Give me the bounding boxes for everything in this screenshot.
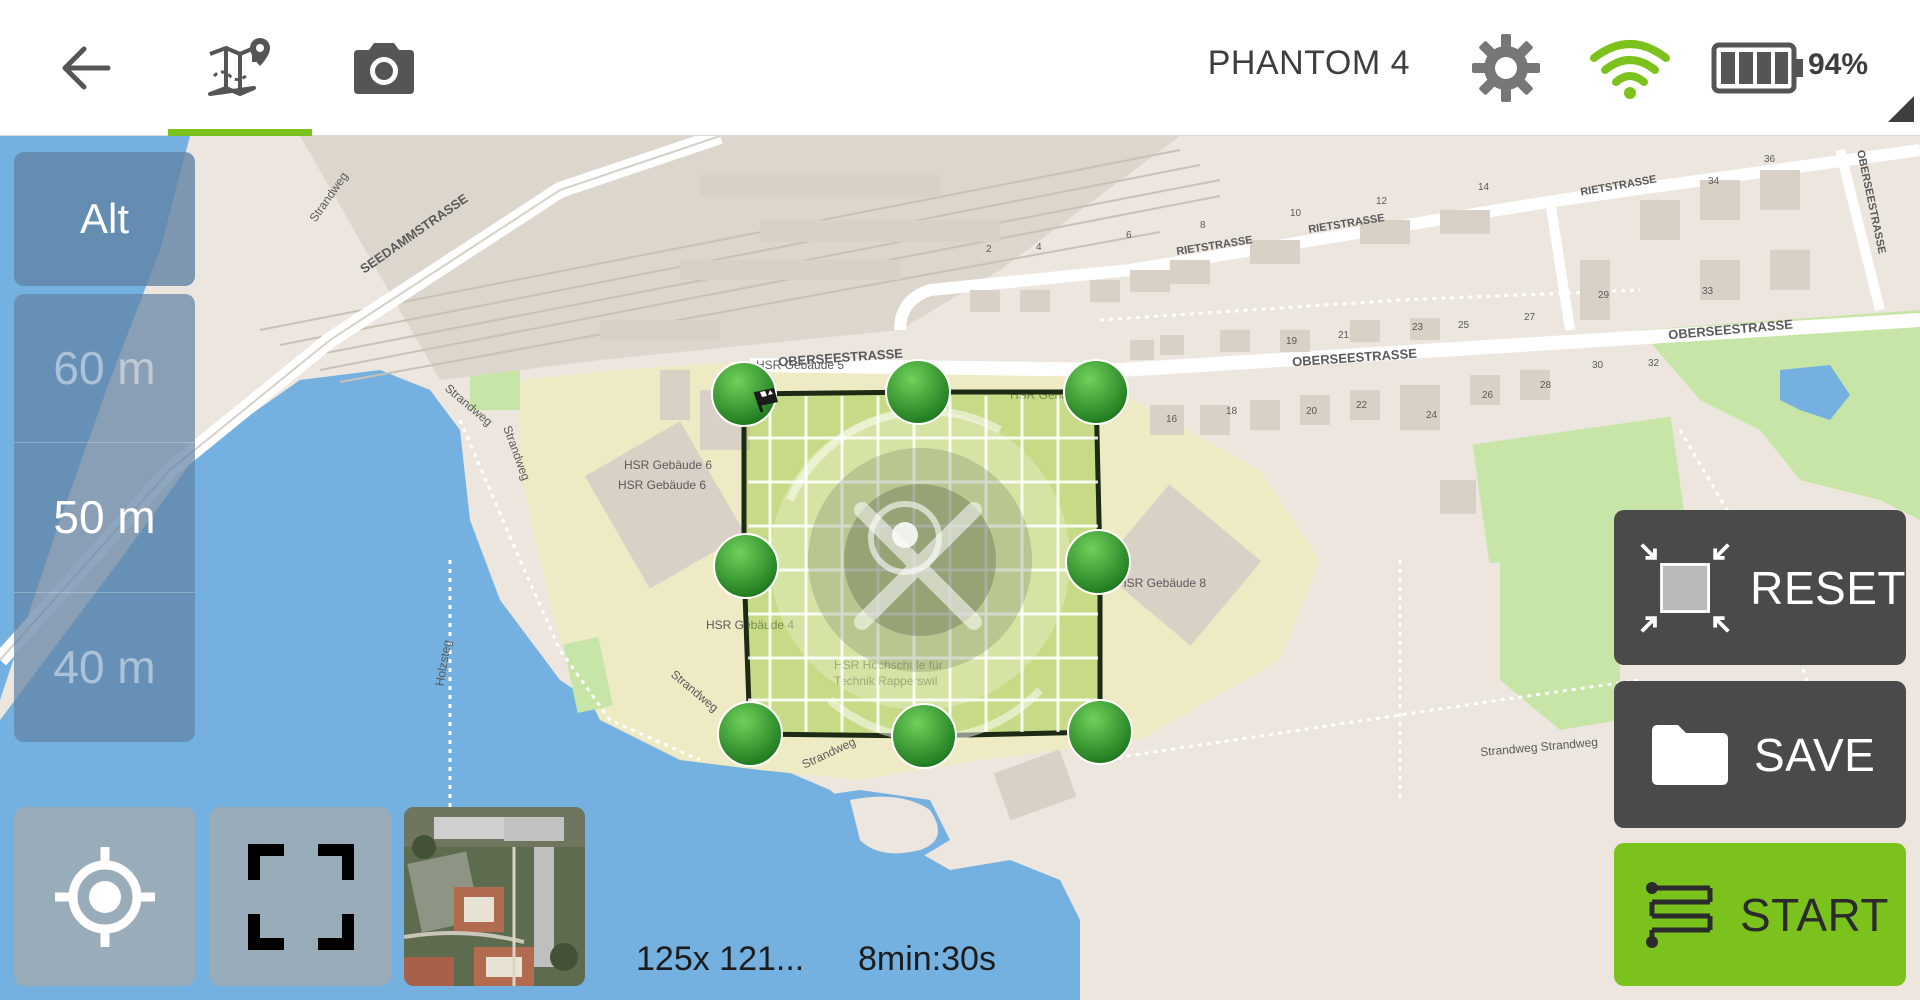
flight-path-icon xyxy=(1646,881,1713,948)
crosshair-icon xyxy=(54,846,155,947)
gear-icon xyxy=(1472,34,1540,102)
handle-top-right xyxy=(1063,359,1129,425)
folder-icon xyxy=(1652,724,1728,785)
active-tab-indicator xyxy=(168,129,312,136)
altitude-option-selected[interactable]: 50 m xyxy=(14,443,195,593)
battery-icon xyxy=(1711,42,1803,94)
satellite-image xyxy=(404,807,585,986)
battery-percent: 94% xyxy=(1808,48,1869,81)
tab-map[interactable] xyxy=(190,22,290,114)
satellite-thumbnail[interactable] xyxy=(404,807,585,986)
drone-name: PHANTOM 4 xyxy=(1207,44,1410,82)
settings-button[interactable] xyxy=(1456,22,1556,114)
fullscreen-button[interactable] xyxy=(210,807,391,986)
altitude-option[interactable]: 60 m xyxy=(14,294,195,444)
handle-bottom-left xyxy=(717,701,783,767)
handle-top-middle xyxy=(885,359,951,425)
top-bar: PHANTOM 4 94% xyxy=(0,0,1920,136)
locate-button[interactable] xyxy=(14,807,195,986)
reset-label: RESET xyxy=(1750,561,1906,614)
start-button[interactable]: START xyxy=(1614,843,1906,986)
survey-area-size: 125x 121... xyxy=(636,940,805,978)
altitude-option[interactable]: 40 m xyxy=(14,593,195,742)
wifi-icon xyxy=(1590,40,1670,99)
handle-middle-left xyxy=(713,533,779,599)
battery-status xyxy=(1708,22,1808,114)
arrow-left-icon xyxy=(62,46,111,90)
altitude-heading: Alt xyxy=(14,152,195,286)
reset-button[interactable]: RESET xyxy=(1614,510,1906,665)
wifi-status xyxy=(1580,22,1680,114)
start-label: START xyxy=(1740,888,1890,941)
flight-duration: 8min:30s xyxy=(858,940,996,978)
fullscreen-icon xyxy=(247,843,354,950)
handle-bottom-middle xyxy=(891,703,957,769)
handle-middle-right xyxy=(1065,529,1131,595)
save-label: SAVE xyxy=(1754,728,1876,781)
shrink-icon xyxy=(1640,542,1730,633)
resize-corner-icon xyxy=(1888,96,1914,122)
back-button[interactable] xyxy=(36,22,136,114)
altitude-picker[interactable]: 60 m 50 m 40 m xyxy=(14,294,195,742)
map-pin-icon xyxy=(208,38,270,96)
handle-bottom-right xyxy=(1067,699,1133,765)
save-button[interactable]: SAVE xyxy=(1614,681,1906,828)
tab-camera[interactable] xyxy=(334,22,434,114)
camera-icon xyxy=(354,43,414,94)
